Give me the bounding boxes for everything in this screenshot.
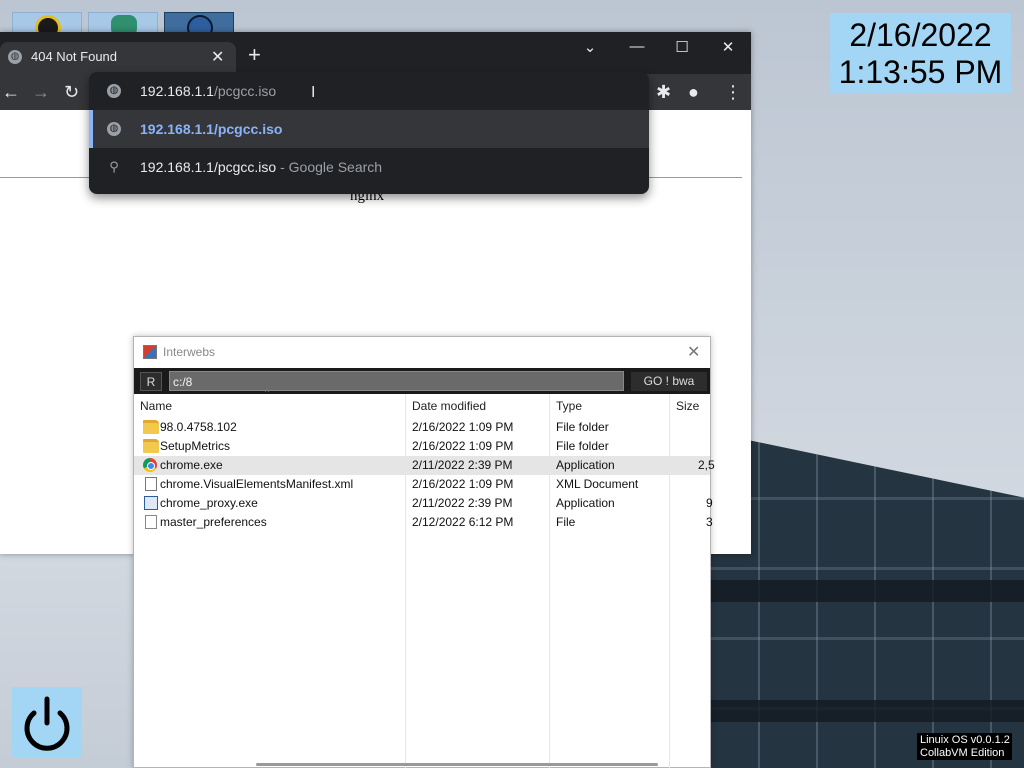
search-icon: ⚲ [109,159,119,174]
suggestion-url-text: 192.168.1.1/pcgcc.iso [140,121,283,137]
folder-icon [143,420,159,434]
path-input[interactable]: c:/8 [169,371,624,391]
refresh-button[interactable]: R [140,372,162,391]
horizontal-scrollbar[interactable] [256,763,658,766]
column-headers: Name Date modified Type Size [134,394,710,418]
exe-icon [144,496,158,510]
back-arrow-icon[interactable]: ← [2,82,20,102]
file-date: 2/12/2022 6:12 PM [412,515,514,529]
close-window-button[interactable]: ✕ [713,38,743,56]
file-type: Application [556,458,615,472]
file-type: File folder [556,439,609,453]
desktop-icon-bomb[interactable] [12,12,82,41]
xml-file-icon [145,477,157,491]
file-type: Application [556,496,615,510]
text-cursor-icon: I [311,84,316,101]
tab-search-chevron-icon[interactable]: ⌄ [575,38,605,56]
power-icon [24,696,70,751]
desktop-icon-creature[interactable] [88,12,158,41]
reload-icon[interactable]: ↻ [64,82,79,102]
file-date: 2/16/2022 1:09 PM [412,420,514,434]
file-size: 3 [706,515,713,529]
file-name: SetupMetrics [160,439,231,453]
new-tab-button[interactable]: + [248,44,261,66]
file-date: 2/16/2022 1:09 PM [412,439,514,453]
clock-time: 1:13:55 PM [838,54,1003,90]
maximize-button[interactable]: ☐ [667,38,697,56]
browser-titlebar[interactable]: ◍ 404 Not Found ✕ + ⌄ — ☐ ✕ [0,32,751,74]
os-version-line2: CollabVM Edition [920,747,1005,759]
browser-tab[interactable]: ◍ 404 Not Found ✕ [0,42,236,74]
file-size: 9 [706,496,713,510]
omnibox-dropdown: ◍ 192.168.1.1/pcgcc.iso I ◍ 192.168.1.1/… [89,72,649,194]
address-bar-input[interactable]: ◍ 192.168.1.1/pcgcc.iso I [89,72,649,110]
close-icon[interactable]: ✕ [687,342,700,362]
profile-avatar-icon[interactable]: ● [688,82,699,102]
file-type: File folder [556,420,609,434]
desktop-clock: 2/16/2022 1:13:55 PM [830,13,1011,93]
file-type: XML Document [556,477,639,491]
globe-icon: ◍ [107,122,121,136]
address-path: /pcgcc.iso [213,83,277,99]
menu-kebab-icon[interactable]: ⋮ [724,82,742,102]
file-name: chrome.VisualElementsManifest.xml [160,477,354,491]
column-header-type[interactable]: Type [556,399,582,413]
app-icon [143,345,157,359]
suggestion-search-suffix: - Google Search [280,159,383,175]
suggestion-search-text: 192.168.1.1/pcgcc.iso [140,159,277,175]
file-row[interactable]: chrome.VisualElementsManifest.xml 2/16/2… [134,475,710,494]
interwebs-titlebar[interactable]: Interwebs ✕ [134,337,710,368]
file-list: 98.0.4758.102 2/16/2022 1:09 PM File fol… [134,418,715,532]
minimize-button[interactable]: — [622,38,652,55]
column-header-size[interactable]: Size [676,399,699,413]
file-name: 98.0.4758.102 [160,420,237,434]
globe-icon: ◍ [8,50,22,64]
column-header-date[interactable]: Date modified [412,399,486,413]
suggestion-search[interactable]: ⚲ 192.168.1.1/pcgcc.iso - Google Search [89,148,649,186]
power-button[interactable] [12,687,82,757]
extensions-puzzle-icon[interactable]: ✱ [656,82,671,102]
file-row[interactable]: master_preferences 2/12/2022 6:12 PM Fil… [134,513,713,532]
file-date: 2/16/2022 1:09 PM [412,477,514,491]
file-row[interactable]: SetupMetrics 2/16/2022 1:09 PM File fold… [134,437,710,456]
desktop-icon-globe[interactable] [164,12,234,41]
tab-title: 404 Not Found [31,49,118,64]
interwebs-window: Interwebs ✕ R c:/8 GO ! bwa ^ Name Date … [133,336,715,768]
globe-icon: ◍ [107,84,121,98]
forward-arrow-icon[interactable]: → [32,82,50,102]
column-header-name[interactable]: Name [140,399,172,413]
file-name: chrome_proxy.exe [160,496,258,510]
file-row[interactable]: 98.0.4758.102 2/16/2022 1:09 PM File fol… [134,418,710,437]
folder-icon [143,439,159,453]
os-version-line1: Linuix OS v0.0.1.2 [920,734,1010,746]
address-host: 192.168.1.1 [140,83,214,99]
tab-close-icon[interactable]: ✕ [211,47,224,67]
file-row-selected[interactable]: chrome.exe 2/11/2022 2:39 PM Application… [134,456,715,475]
file-name: master_preferences [160,515,267,529]
file-size: 2,5 [698,458,715,472]
suggestion-url[interactable]: ◍ 192.168.1.1/pcgcc.iso [89,110,649,148]
file-name: chrome.exe [160,458,223,472]
file-date: 2/11/2022 2:39 PM [412,458,513,472]
window-title: Interwebs [163,345,216,359]
file-type: File [556,515,576,529]
os-version-badge: Linuix OS v0.0.1.2 CollabVM Edition [917,733,1012,760]
chrome-icon [143,458,157,472]
file-row[interactable]: chrome_proxy.exe 2/11/2022 2:39 PM Appli… [134,494,713,513]
clock-date: 2/16/2022 [849,17,992,53]
path-bar: R c:/8 GO ! bwa [134,368,710,394]
file-icon [145,515,157,529]
go-button[interactable]: GO ! bwa [631,372,707,391]
file-date: 2/11/2022 2:39 PM [412,496,513,510]
